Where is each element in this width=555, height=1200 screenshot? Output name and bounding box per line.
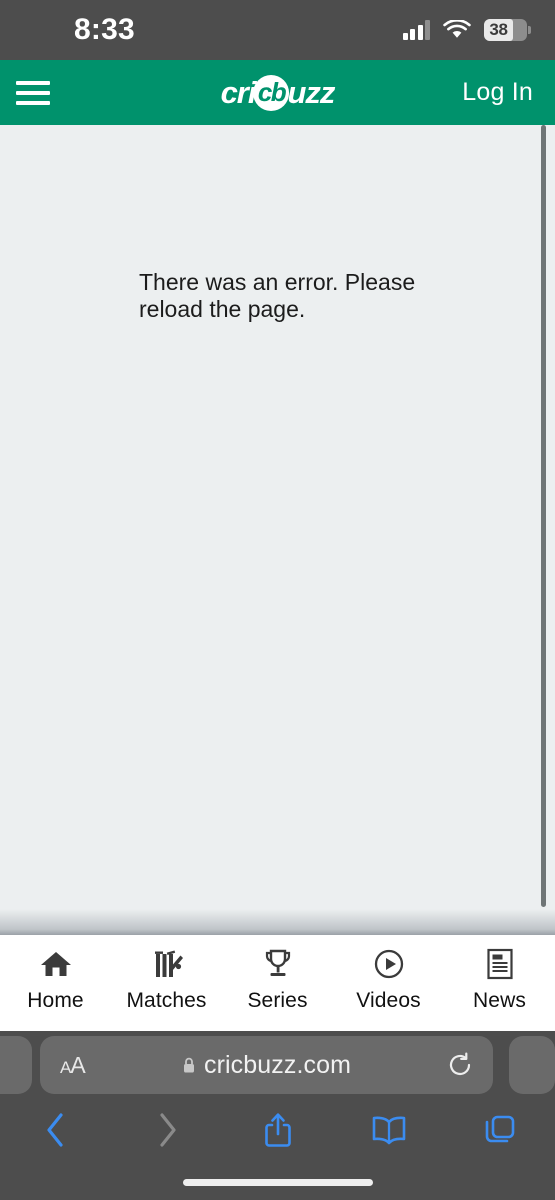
lock-icon <box>182 1057 196 1074</box>
tab-label: Series <box>247 989 308 1012</box>
share-icon <box>263 1111 293 1154</box>
bookmarks-button[interactable] <box>333 1115 444 1150</box>
book-icon <box>370 1115 408 1150</box>
wifi-icon <box>443 18 471 40</box>
battery-percentage: 38 <box>489 20 508 39</box>
battery-icon: 38 <box>484 19 531 41</box>
share-button[interactable] <box>222 1111 333 1154</box>
next-tab-card[interactable] <box>509 1036 555 1094</box>
cricbuzz-logo[interactable]: cri cb uzz <box>220 74 335 111</box>
logo-badge: cb <box>253 74 290 111</box>
text-size-button[interactable]: AA <box>60 1052 86 1079</box>
home-icon <box>39 947 73 981</box>
phone-screen: 8:33 38 cri cb uzz Log In There was an e… <box>0 0 555 1200</box>
tab-label: Matches <box>126 989 207 1012</box>
previous-tab-card[interactable] <box>0 1036 32 1094</box>
tab-label: News <box>473 989 526 1012</box>
tab-label: Videos <box>356 989 421 1012</box>
browser-url-row: AA cricbuzz.com <box>0 1031 555 1099</box>
tab-news[interactable]: News <box>444 935 555 1013</box>
web-content-area: There was an error. Please reload the pa… <box>0 125 555 935</box>
tabs-button[interactable] <box>444 1114 555 1151</box>
error-message: There was an error. Please reload the pa… <box>139 269 416 323</box>
trophy-icon <box>262 947 294 981</box>
tab-videos[interactable]: Videos <box>333 935 444 1013</box>
status-bar: 8:33 38 <box>0 0 555 60</box>
home-indicator <box>182 1179 373 1186</box>
login-button[interactable]: Log In <box>462 78 533 107</box>
app-tab-bar: Home Matches Series Videos News <box>0 935 555 1031</box>
status-bar-indicators: 38 <box>402 18 531 41</box>
play-circle-icon <box>373 947 405 981</box>
logo-text-prefix: cri <box>220 74 257 110</box>
hamburger-menu-icon[interactable] <box>0 60 62 125</box>
tab-home[interactable]: Home <box>0 935 111 1013</box>
tab-matches[interactable]: Matches <box>111 935 222 1013</box>
url-bar[interactable]: AA cricbuzz.com <box>40 1036 493 1094</box>
browser-toolbar <box>0 1100 555 1164</box>
cellular-signal-icon <box>402 20 430 40</box>
status-bar-clock: 8:33 <box>74 13 135 46</box>
cricket-wicket-icon <box>150 947 184 981</box>
back-button[interactable] <box>0 1112 111 1153</box>
chevron-left-icon <box>45 1112 67 1153</box>
tabs-icon <box>484 1114 516 1151</box>
url-text: cricbuzz.com <box>203 1050 352 1079</box>
logo-text-suffix: uzz <box>287 74 335 110</box>
site-header: cri cb uzz Log In <box>0 60 555 125</box>
tab-series[interactable]: Series <box>222 935 333 1013</box>
forward-button[interactable] <box>111 1112 222 1153</box>
reload-icon[interactable] <box>447 1052 473 1078</box>
news-article-icon <box>486 947 514 981</box>
page-scrollbar[interactable] <box>541 125 546 907</box>
chevron-right-icon <box>156 1112 178 1153</box>
tab-label: Home <box>27 989 84 1012</box>
